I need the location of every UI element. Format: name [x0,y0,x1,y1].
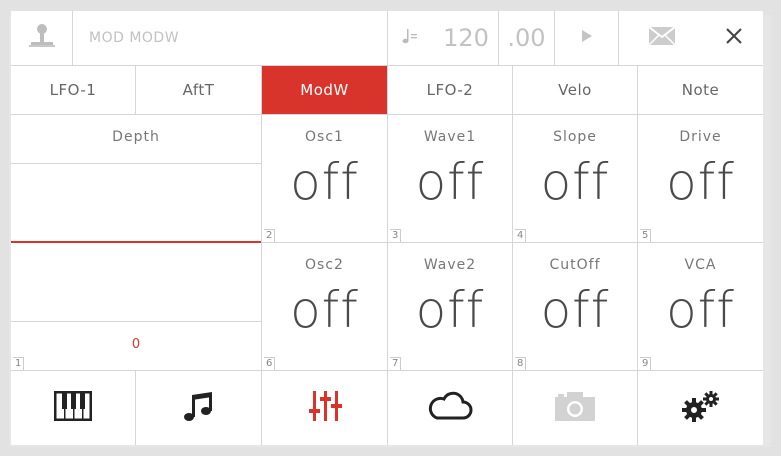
param-value: off [540,281,610,339]
param-value: off [415,281,485,339]
tempo-field[interactable]: 120 [434,11,499,65]
param-label: Wave1 [423,129,477,145]
param-wave1[interactable]: Wave1 off 3 [388,115,513,243]
tempo-fraction-field[interactable]: .00 [499,11,555,65]
play-button[interactable] [555,11,619,65]
tab-note[interactable]: Note [638,66,763,115]
slot-number: 2 [264,229,276,242]
tab-lfo-1[interactable]: LFO-1 [11,66,136,115]
tab-label: LFO-1 [49,81,97,99]
cloud-icon [427,391,473,425]
mail-button[interactable] [619,11,705,65]
close-icon [724,26,744,50]
slot-number: 1 [13,357,25,370]
tempo-fraction: .00 [507,24,546,52]
param-slope[interactable]: Slope off 4 [513,115,638,243]
slot-number: 3 [390,229,402,242]
tab-modw[interactable]: ModW [262,66,388,115]
depth-divider-bottom [11,321,261,322]
patch-name-field[interactable]: MOD MODW [73,11,388,65]
param-label: Osc1 [305,129,344,145]
synth-panel: MOD MODW 120 .00 LFO-1 AftT ModW LFO-2 V… [11,11,763,445]
music-note-icon [182,389,216,427]
param-drive[interactable]: Drive off 5 [638,115,763,243]
joystick-button[interactable] [11,11,73,65]
param-osc2[interactable]: Osc2 off 6 [262,243,388,371]
param-label: Drive [679,129,722,145]
gears-icon [679,389,723,427]
slot-number: 7 [390,357,402,370]
nav-sequencer[interactable] [136,371,262,445]
depth-divider-top [11,163,261,164]
mixer-sliders-icon [307,389,343,427]
top-bar: MOD MODW 120 .00 [11,11,763,66]
mail-icon [648,26,676,50]
nav-mixer[interactable] [262,371,388,445]
nav-keyboard[interactable] [11,371,136,445]
slot-number: 4 [515,229,527,242]
depth-slider-line[interactable] [11,241,261,243]
param-label: VCA [684,257,717,273]
param-label: Slope [553,129,597,145]
nav-camera[interactable] [513,371,638,445]
slot-number: 6 [264,357,276,370]
depth-label: Depth [112,129,160,145]
depth-control[interactable]: Depth 0 1 [11,115,262,371]
tempo-value: 120 [443,24,489,52]
param-value: off [666,281,735,339]
param-label: CutOff [549,257,601,273]
tab-label: AftT [182,81,215,99]
piano-keys-icon [53,390,93,425]
slot-number: 8 [515,357,527,370]
param-wave2[interactable]: Wave2 off 7 [388,243,513,371]
param-value: off [290,281,359,339]
tab-label: Note [681,81,720,99]
param-label: Osc2 [305,257,344,273]
param-label: Wave2 [423,257,477,273]
param-vca[interactable]: VCA off 9 [638,243,763,371]
tab-aftt[interactable]: AftT [136,66,262,115]
param-value: off [666,153,735,211]
param-cutoff[interactable]: CutOff off 8 [513,243,638,371]
param-osc1[interactable]: Osc1 off 2 [262,115,388,243]
metronome-note-icon [401,26,421,50]
tempo-icon-cell [388,11,434,65]
patch-name: MOD MODW [89,30,180,46]
slot-number: 5 [640,229,652,242]
joystick-icon [27,23,57,53]
param-value: off [415,153,485,211]
tab-label: LFO-2 [426,81,474,99]
tab-label: Velo [558,81,592,99]
play-icon [580,28,594,48]
tab-lfo-2[interactable]: LFO-2 [388,66,513,115]
tab-label: ModW [300,81,349,99]
tab-velo[interactable]: Velo [513,66,638,115]
param-value: off [540,153,610,211]
slot-number: 9 [640,357,652,370]
close-button[interactable] [705,11,763,65]
depth-value: 0 [131,337,141,352]
nav-cloud[interactable] [388,371,513,445]
param-value: off [290,153,359,211]
nav-settings[interactable] [638,371,763,445]
camera-icon [553,389,597,427]
